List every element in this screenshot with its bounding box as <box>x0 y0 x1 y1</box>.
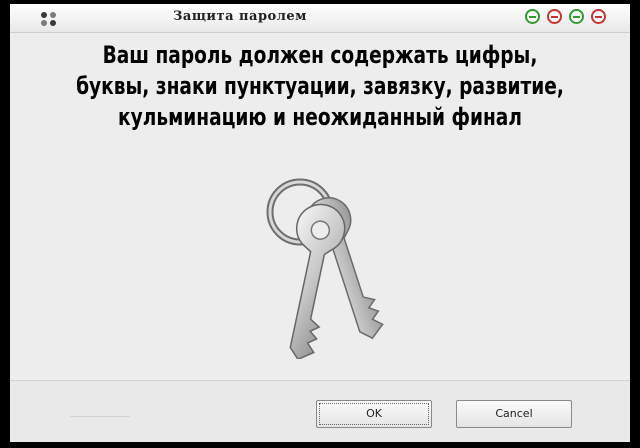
button-bar: OK Cancel <box>10 380 630 442</box>
divider <box>70 416 130 417</box>
password-dialog: Защита паролем Ваш пароль должен содержа… <box>10 4 630 442</box>
maximize-button[interactable] <box>569 9 584 24</box>
title-bar[interactable]: Защита паролем <box>10 4 630 33</box>
message-line: Ваш пароль должен содержать цифры, <box>102 41 538 69</box>
keys-icon <box>266 178 384 359</box>
message-line: буквы, знаки пунктуации, завязку, развит… <box>76 72 564 100</box>
dialog-message: Ваш пароль должен содержать цифры, буквы… <box>53 40 586 133</box>
window-controls <box>525 9 606 24</box>
ok-button[interactable]: OK <box>316 400 432 428</box>
cancel-button[interactable]: Cancel <box>456 400 572 428</box>
minimize-button[interactable] <box>525 9 540 24</box>
shade-button[interactable] <box>547 9 562 24</box>
message-line: кульминацию и неожиданный финал <box>118 103 522 131</box>
close-button[interactable] <box>591 9 606 24</box>
